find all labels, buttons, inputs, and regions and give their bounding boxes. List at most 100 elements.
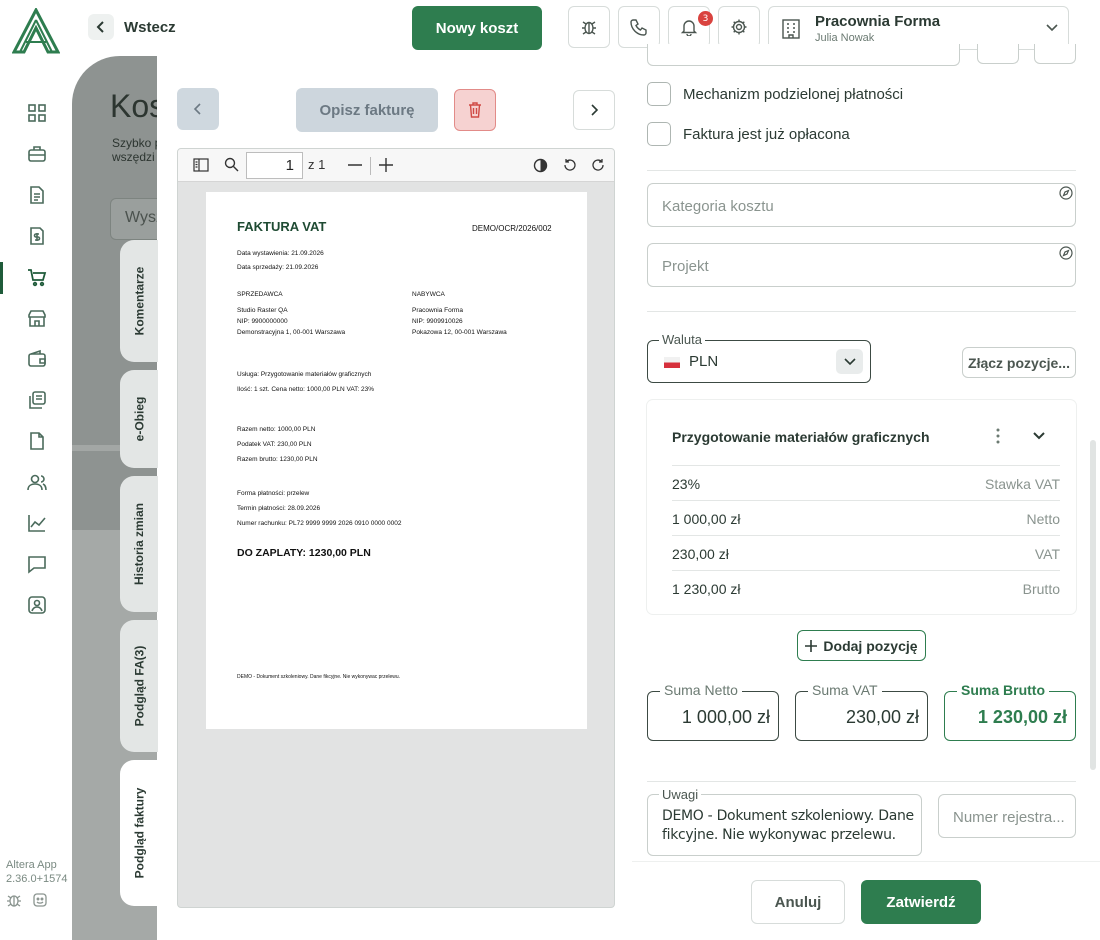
merge-positions-button[interactable]: Złącz pozycje... — [962, 347, 1076, 378]
buyer-name: Pracownia Forma — [412, 307, 463, 314]
notes-textarea[interactable]: Uwagi DEMO - Dokument szkoleniowy. Dane … — [647, 787, 922, 856]
tab-e-obieg[interactable]: e-Obieg — [120, 370, 158, 468]
plus-icon — [805, 639, 818, 652]
settings-button[interactable] — [718, 6, 760, 48]
describe-invoice-button[interactable]: Opisz fakturę — [296, 88, 438, 132]
chat-icon[interactable] — [26, 553, 48, 575]
tab-fa3-preview[interactable]: Podgląd FA(3) — [120, 620, 158, 752]
already-paid-checkbox[interactable]: Faktura jest już opłacona — [647, 122, 850, 146]
more-options-icon[interactable] — [996, 428, 1000, 444]
page-number-input[interactable]: 1 — [246, 152, 303, 179]
contact-icon[interactable] — [26, 594, 48, 616]
divider — [647, 170, 1076, 171]
contrast-icon[interactable] — [533, 158, 548, 173]
bug-icon[interactable] — [6, 892, 22, 908]
new-cost-button[interactable]: Nowy koszt — [412, 6, 542, 50]
sum-gross-value: 1 230,00 zł — [977, 707, 1067, 727]
partial-field-top[interactable] — [647, 44, 960, 66]
search-icon[interactable] — [224, 157, 239, 172]
bug-report-button[interactable] — [568, 6, 610, 48]
tab-comments[interactable]: Komentarze — [120, 240, 158, 362]
buyer-header: NABYWCA — [412, 291, 445, 298]
currency-value: PLN — [689, 353, 719, 370]
active-indicator — [0, 262, 3, 294]
phone-button[interactable] — [618, 6, 660, 48]
chart-icon[interactable] — [26, 512, 48, 534]
store-icon[interactable] — [26, 307, 48, 329]
partial-button-top-2[interactable] — [1034, 44, 1076, 64]
line-item-row[interactable]: 23% Stawka VAT — [672, 465, 1060, 500]
building-icon — [782, 19, 800, 39]
wallet-icon[interactable] — [26, 348, 48, 370]
zoom-out-icon[interactable] — [348, 164, 362, 166]
divider — [647, 311, 1076, 312]
line-item-row[interactable]: 1 000,00 zł Netto — [672, 500, 1060, 535]
cancel-button[interactable]: Anuluj — [751, 880, 845, 924]
checkbox[interactable] — [647, 82, 671, 106]
notes-label: Uwagi — [659, 787, 702, 802]
sale-date: Data sprzedaży: 21.09.2026 — [237, 264, 319, 271]
zoom-in-icon[interactable] — [379, 158, 393, 172]
chevron-left-icon — [88, 14, 114, 40]
logo-icon[interactable] — [12, 8, 60, 54]
chevron-down-icon — [1046, 24, 1058, 32]
next-document-button[interactable] — [573, 90, 615, 130]
tab-invoice-preview[interactable]: Podgląd faktury — [120, 760, 158, 906]
line-item-row[interactable]: 1 230,00 zł Brutto — [672, 570, 1060, 605]
total-gross: Razem brutto: 1230,00 PLN — [237, 456, 318, 463]
compass-icon[interactable] — [1059, 246, 1073, 260]
cost-category-placeholder: Kategoria kosztu — [662, 198, 774, 215]
cart-icon[interactable] — [26, 266, 48, 288]
dashboard-icon[interactable] — [26, 102, 48, 124]
line-item-name: Przygotowanie materiałów graficznych — [672, 429, 930, 445]
service-line: Usługa: Przygotowanie materiałów graficz… — [237, 371, 372, 378]
confirm-button[interactable]: Zatwierdź — [861, 880, 981, 924]
sidebar-toggle-icon[interactable] — [193, 158, 209, 172]
left-rail: Altera App 2.36.0+1574 — [0, 0, 72, 940]
briefcase-icon[interactable] — [26, 143, 48, 165]
issue-date: Data wystawienia: 21.09.2026 — [237, 250, 324, 257]
previous-document-button[interactable] — [177, 88, 219, 130]
seller-address: Demonstracyjna 1, 00-001 Warszawa — [237, 329, 346, 336]
compass-icon[interactable] — [1059, 186, 1073, 200]
rotate-right-icon[interactable] — [591, 158, 605, 172]
chevron-left-icon — [193, 103, 201, 115]
project-field[interactable]: Projekt — [647, 243, 1076, 287]
sum-vat-field: Suma VAT 230,00 zł — [795, 682, 928, 741]
form-scrollbar[interactable] — [1090, 440, 1096, 770]
line-item-row[interactable]: 230,00 zł VAT — [672, 535, 1060, 570]
checkbox[interactable] — [647, 122, 671, 146]
register-number-field[interactable]: Numer rejestra... — [938, 794, 1076, 838]
add-position-button[interactable]: Dodaj pozycję — [797, 630, 926, 661]
sum-gross-field: Suma Brutto 1 230,00 zł — [944, 682, 1076, 741]
quantity-line: Ilość: 1 szt. Cena netto: 1000,00 PLN VA… — [237, 386, 375, 393]
project-placeholder: Projekt — [662, 258, 709, 275]
document-icon[interactable] — [26, 184, 48, 206]
support-icon[interactable] — [32, 892, 48, 908]
documents-icon[interactable] — [26, 389, 48, 411]
back-label: Wstecz — [124, 18, 176, 36]
users-icon[interactable] — [26, 471, 48, 493]
sum-vat-label: Suma VAT — [808, 682, 882, 698]
pdf-viewer: 1 z 1 FAKTURA VAT DEMO/OCR/2026/002 Data… — [177, 148, 615, 908]
invoice-dollar-icon[interactable] — [26, 225, 48, 247]
seller-name: Studio Raster QA — [237, 307, 288, 314]
chevron-down-icon[interactable] — [1033, 432, 1045, 440]
delete-button[interactable] — [454, 89, 496, 131]
amount-to-pay: DO ZAPLATY: 1230,00 PLN — [237, 547, 371, 559]
currency-label: Waluta — [659, 332, 705, 347]
split-payment-checkbox[interactable]: Mechanizm podzielonej płatności — [647, 82, 903, 106]
file-icon[interactable] — [26, 430, 48, 452]
buyer-nip: NIP: 9909910026 — [412, 318, 463, 325]
rotate-left-icon[interactable] — [563, 158, 577, 172]
currency-select[interactable]: Waluta PLN — [647, 332, 871, 383]
bell-icon — [680, 20, 698, 36]
sum-net-field: Suma Netto 1 000,00 zł — [647, 682, 779, 741]
back-button[interactable]: Wstecz — [88, 14, 176, 40]
flag-pl-icon — [664, 357, 680, 368]
tab-history[interactable]: Historia zmian — [120, 476, 158, 612]
partial-button-top-1[interactable] — [977, 44, 1019, 64]
chevron-right-icon — [591, 104, 599, 116]
notifications-button[interactable]: 3 — [668, 6, 713, 48]
cost-category-field[interactable]: Kategoria kosztu — [647, 183, 1076, 227]
